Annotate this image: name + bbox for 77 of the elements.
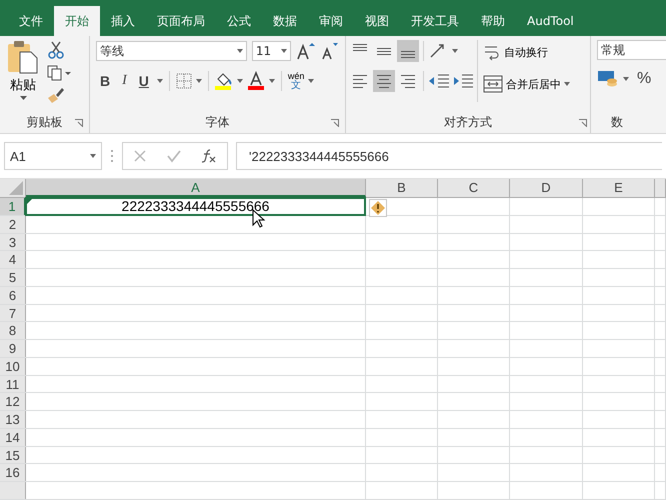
align-icon [377, 48, 391, 54]
ribbon-tab[interactable]: 页面布局 [146, 6, 216, 36]
row-header[interactable]: 7 [0, 304, 26, 322]
ribbon-tab[interactable]: 文件 [8, 6, 54, 36]
increase-indent-icon[interactable] [452, 72, 474, 90]
currency-icon[interactable] [597, 69, 619, 89]
row-header[interactable]: 2 [0, 216, 26, 232]
column-header[interactable]: A [26, 179, 366, 197]
caret-icon [20, 96, 26, 100]
group-label: 对齐方式 [444, 114, 492, 130]
insert-function-icon[interactable] [201, 149, 218, 163]
align-icon [401, 74, 415, 88]
name-box[interactable]: A1 [4, 142, 102, 170]
percent-button[interactable]: % [633, 70, 656, 88]
row-header[interactable]: 14 [0, 428, 26, 446]
decrease-indent-icon[interactable] [428, 72, 450, 90]
row-header[interactable]: 5 [0, 269, 26, 286]
row-header[interactable]: 11 [0, 376, 26, 392]
bold-button[interactable]: B [96, 73, 114, 89]
column-header[interactable]: E [583, 179, 655, 197]
row-header[interactable]: 16 [0, 464, 26, 481]
underline-button[interactable]: U [134, 73, 153, 89]
borders-icon[interactable] [176, 73, 192, 89]
row-header[interactable]: 10 [0, 358, 26, 374]
column-header[interactable]: B [366, 179, 438, 197]
ribbon-tab[interactable]: 开发工具 [400, 6, 470, 36]
scissors-icon[interactable] [46, 40, 66, 60]
row-header[interactable]: 6 [0, 286, 26, 304]
formula-field[interactable]: '2222333344445555666 [236, 142, 662, 170]
row-header[interactable]: 12 [0, 393, 26, 410]
row-header[interactable]: 9 [0, 340, 26, 357]
grow-font-icon[interactable] [296, 41, 316, 61]
phonetic-button[interactable]: wén 文 [288, 72, 304, 90]
error-check-button[interactable] [369, 199, 387, 217]
copy-icon[interactable] [46, 64, 72, 82]
row-header[interactable]: 3 [0, 234, 26, 250]
vertical-align-button[interactable] [397, 40, 419, 62]
row-header[interactable]: 13 [0, 411, 26, 428]
align-icon [401, 51, 415, 58]
ribbon-tab[interactable]: 开始 [54, 6, 100, 36]
row-header[interactable]: 15 [0, 446, 26, 464]
format-painter-icon[interactable] [46, 86, 66, 104]
italic-button[interactable]: I [118, 73, 131, 89]
dialog-launcher-icon[interactable] [579, 119, 587, 127]
column-header[interactable]: C [438, 179, 510, 197]
merge-cells-icon [483, 75, 503, 93]
ribbon-tab[interactable]: 审阅 [308, 6, 354, 36]
shrink-font-icon[interactable] [321, 41, 339, 61]
group-label: 剪贴板 [26, 114, 62, 130]
align-icon [377, 74, 391, 88]
number-format-field[interactable]: 常规 [597, 40, 666, 60]
ribbon-tab[interactable]: 数据 [262, 6, 308, 36]
clipboard-icon [6, 40, 40, 74]
font-size-field[interactable]: 11 [252, 41, 291, 61]
grip-icon [110, 149, 114, 163]
ribbon-tab[interactable]: AudTool [516, 6, 585, 36]
ribbon-tab[interactable]: 视图 [354, 6, 400, 36]
ribbon-tab[interactable]: 帮助 [470, 6, 516, 36]
font-color-icon[interactable] [246, 71, 265, 91]
ribbon-tab[interactable]: 公式 [216, 6, 262, 36]
ribbon-tab[interactable]: 插入 [100, 6, 146, 36]
align-icon [353, 44, 367, 51]
row-header[interactable]: 4 [0, 251, 26, 268]
wrap-text-button[interactable]: 自动换行 [481, 40, 587, 64]
fill-color-icon[interactable] [214, 71, 233, 91]
dialog-launcher-icon[interactable] [75, 119, 83, 127]
horizontal-align-button[interactable] [373, 70, 395, 92]
dialog-launcher-icon[interactable] [331, 119, 339, 127]
align-icon [353, 74, 367, 88]
column-header[interactable]: D [510, 179, 583, 197]
group-label: 字体 [206, 114, 230, 130]
paste-button[interactable]: 粘贴 [6, 40, 40, 111]
group-label: 数 [611, 114, 623, 130]
merge-center-button[interactable]: 合并后居中 [481, 72, 587, 96]
row-header[interactable]: 8 [0, 322, 26, 339]
font-name-field[interactable]: 等线 [96, 41, 247, 61]
row-header[interactable]: 1 [0, 198, 26, 215]
